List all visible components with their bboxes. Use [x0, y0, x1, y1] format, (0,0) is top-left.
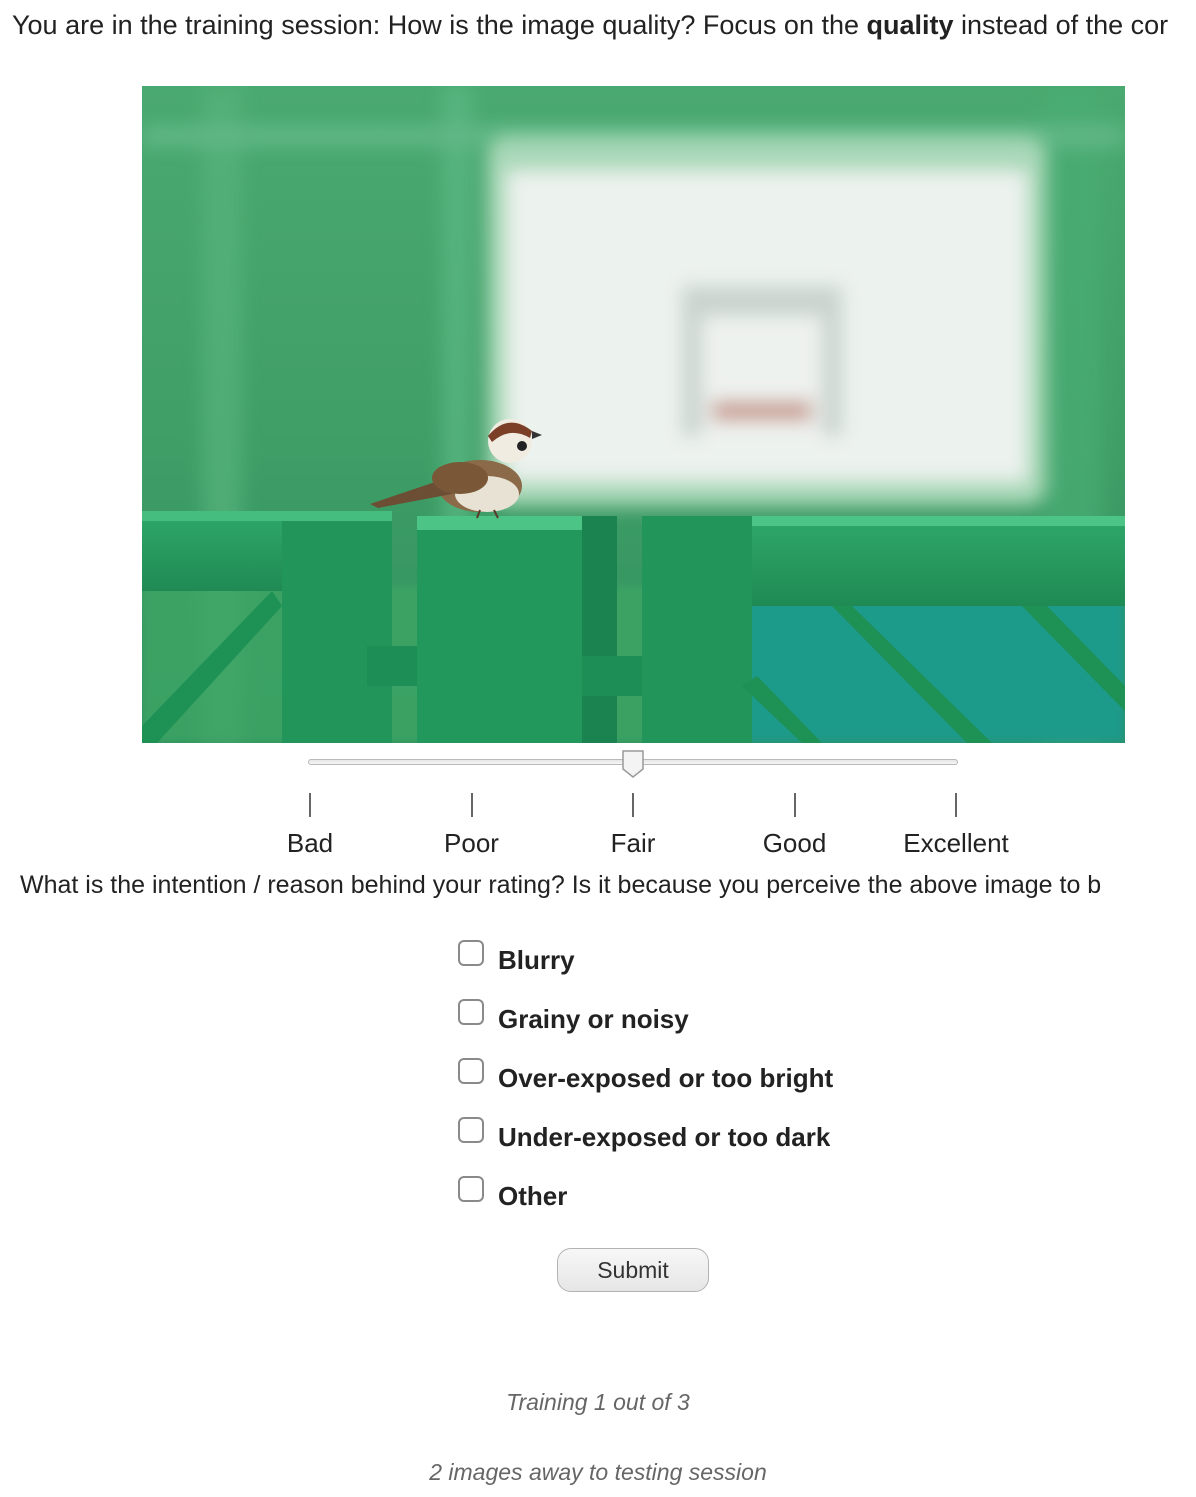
tick-excellent: [955, 793, 957, 817]
checkbox-blurry[interactable]: [458, 939, 484, 966]
instruction-text: You are in the training session: How is …: [12, 8, 1168, 42]
rating-label-poor: Poor: [444, 828, 499, 858]
tick-fair: [632, 793, 634, 817]
option-label: Over-exposed or too bright: [498, 1062, 834, 1093]
option-label: Grainy or noisy: [498, 1003, 689, 1034]
checkbox-over-exposed[interactable]: [458, 1057, 484, 1084]
quality-slider[interactable]: [308, 749, 958, 781]
option-label: Other: [498, 1180, 568, 1211]
quality-rating-page: You are in the training session: How is …: [0, 0, 1196, 1497]
rated-photo: [142, 86, 1125, 743]
instruction-suffix: instead of the cor: [953, 10, 1169, 40]
option-under-exposed[interactable]: Under-exposed or too dark: [458, 1107, 833, 1166]
instruction-prefix: You are in the training session: How is …: [12, 10, 867, 40]
tick-bad: [309, 793, 311, 817]
rating-label-fair: Fair: [610, 828, 656, 858]
checkbox-under-exposed[interactable]: [458, 1116, 484, 1143]
checkbox-grainy[interactable]: [458, 998, 484, 1025]
reason-question: What is the intention / reason behind yo…: [20, 871, 1102, 899]
tick-good: [793, 793, 796, 817]
option-label: Under-exposed or too dark: [498, 1121, 831, 1152]
option-over-exposed[interactable]: Over-exposed or too bright: [458, 1048, 833, 1107]
rating-label-excellent: Excellent: [903, 828, 1009, 858]
submit-button[interactable]: Submit: [557, 1248, 709, 1292]
sessions-remaining: 2 images away to testing session: [429, 1459, 767, 1485]
tick-poor: [470, 793, 473, 817]
option-label: Blurry: [498, 944, 575, 975]
option-other[interactable]: Other: [458, 1166, 833, 1225]
option-blurry[interactable]: Blurry: [458, 930, 833, 989]
slider-thumb[interactable]: [621, 749, 645, 779]
instruction-emphasis: quality: [866, 10, 954, 40]
option-grainy[interactable]: Grainy or noisy: [458, 989, 833, 1048]
rating-label-good: Good: [762, 828, 827, 858]
training-progress: Training 1 out of 3: [506, 1389, 690, 1415]
rating-label-bad: Bad: [286, 828, 334, 858]
checkbox-other[interactable]: [458, 1175, 484, 1202]
reason-options: Blurry Grainy or noisy Over-exposed or t…: [458, 930, 833, 1225]
